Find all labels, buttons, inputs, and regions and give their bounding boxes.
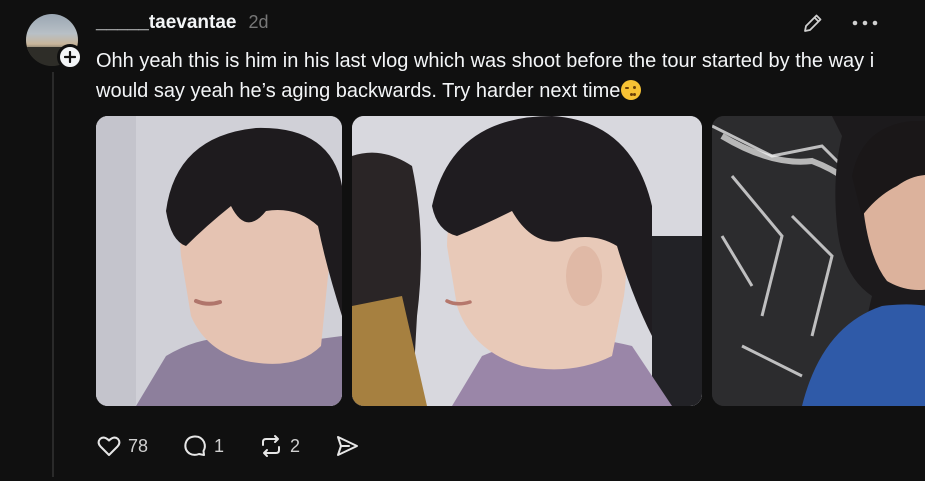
heart-icon [97, 436, 121, 456]
pencil-icon[interactable] [800, 10, 826, 36]
share-button[interactable] [334, 433, 360, 459]
media-carousel[interactable] [96, 116, 925, 406]
like-button[interactable]: 78 [96, 433, 148, 459]
post-header: _____taevantae 2d [96, 12, 269, 36]
username[interactable]: _____taevantae [96, 12, 237, 34]
action-bar: 78 1 2 [96, 430, 394, 462]
more-horizontal-icon[interactable] [848, 10, 882, 36]
photo-2[interactable] [352, 116, 702, 406]
photo-1[interactable] [96, 116, 342, 406]
like-count: 78 [128, 435, 149, 456]
photo-3[interactable] [712, 116, 925, 406]
repost-count: 2 [290, 435, 301, 456]
repost-icon [262, 435, 281, 457]
repost-button[interactable]: 2 [258, 433, 300, 459]
reply-button[interactable]: 1 [182, 433, 224, 459]
post-text: Ohh yeah this is him in his last vlog wh… [96, 50, 875, 102]
timestamp[interactable]: 2d [249, 12, 269, 33]
send-icon [337, 436, 359, 456]
follow-plus-icon[interactable] [57, 44, 83, 70]
reply-count: 1 [214, 435, 225, 456]
comment-icon [184, 435, 206, 456]
post-body: Ohh yeah this is him in his last vlog wh… [96, 46, 896, 106]
winking-face-emoji-icon [621, 80, 642, 100]
thread-line [52, 72, 54, 477]
